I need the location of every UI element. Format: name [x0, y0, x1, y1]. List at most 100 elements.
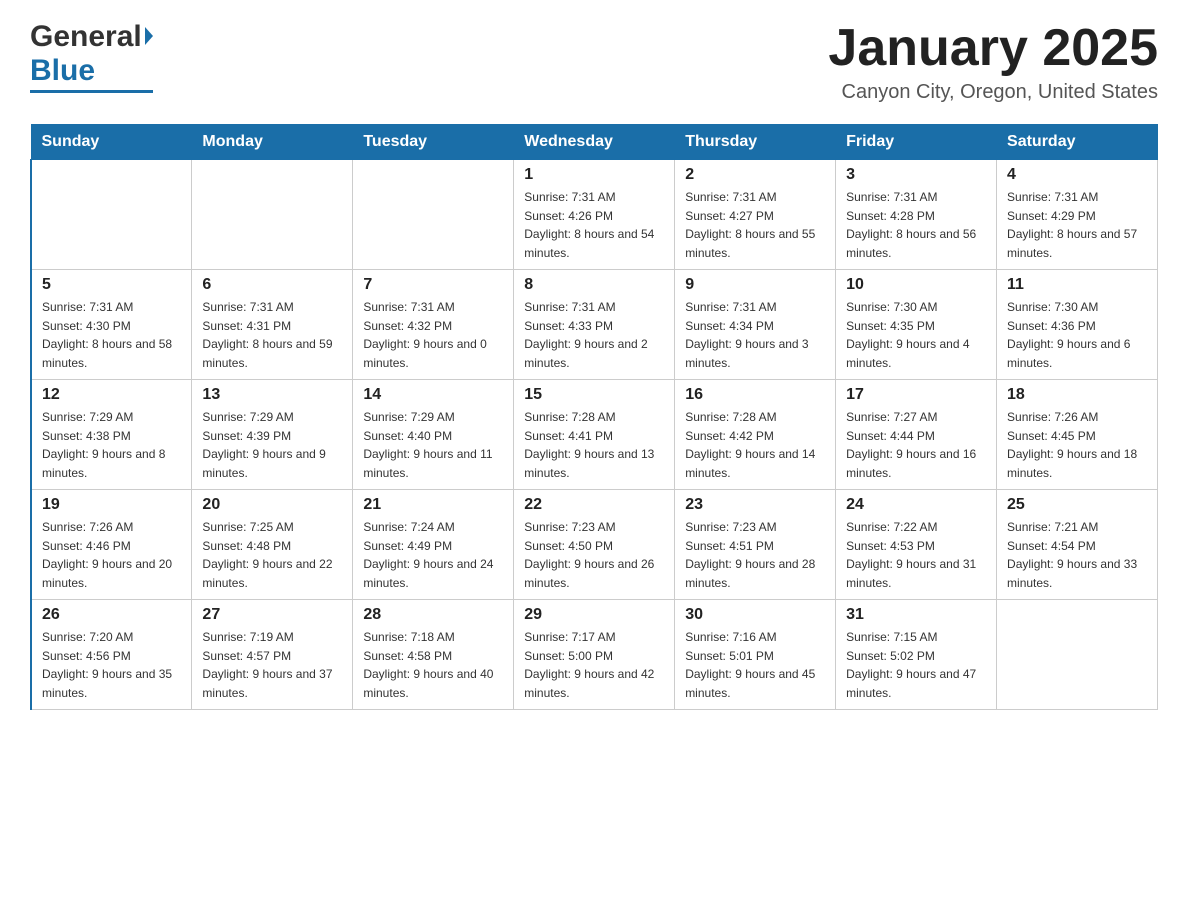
calendar-cell: 13 Sunrise: 7:29 AMSunset: 4:39 PMDayligh… [192, 380, 353, 490]
day-header-sunday: Sunday [31, 125, 192, 160]
calendar-cell: 28Sunrise: 7:18 AMSunset: 4:58 PMDayligh… [353, 600, 514, 710]
calendar-cell: 30Sunrise: 7:16 AMSunset: 5:01 PMDayligh… [675, 600, 836, 710]
cell-date: 28 [363, 606, 503, 624]
cell-date: 23 [685, 496, 825, 514]
cell-info: Sunrise: 7:25 AMSunset: 4:48 PMDaylight:… [202, 518, 342, 592]
cell-info: Sunrise: 7:30 AMSunset: 4:35 PMDaylight:… [846, 298, 986, 372]
cell-info: Sunrise: 7:31 AMSunset: 4:34 PMDaylight:… [685, 298, 825, 372]
day-header-friday: Friday [836, 125, 997, 160]
calendar-cell [997, 600, 1158, 710]
logo-triangle-icon [145, 27, 153, 45]
cell-info: Sunrise: 7:31 AMSunset: 4:26 PMDaylight:… [524, 188, 664, 262]
cell-date: 25 [1007, 496, 1147, 514]
day-header-saturday: Saturday [997, 125, 1158, 160]
cell-info: Sunrise: 7:21 AMSunset: 4:54 PMDaylight:… [1007, 518, 1147, 592]
cell-info: Sunrise: 7:29 AMSunset: 4:39 PMDaylight:… [202, 408, 342, 482]
cell-info: Sunrise: 7:31 AMSunset: 4:29 PMDaylight:… [1007, 188, 1147, 262]
cell-info: Sunrise: 7:28 AMSunset: 4:41 PMDaylight:… [524, 408, 664, 482]
calendar-subtitle: Canyon City, Oregon, United States [828, 81, 1158, 104]
calendar-cell: 4 Sunrise: 7:31 AMSunset: 4:29 PMDaylight… [997, 160, 1158, 270]
calendar-cell: 16Sunrise: 7:28 AMSunset: 4:42 PMDayligh… [675, 380, 836, 490]
cell-date: 31 [846, 606, 986, 624]
calendar-cell: 15 Sunrise: 7:28 AMSunset: 4:41 PMDayligh… [514, 380, 675, 490]
calendar-cell: 10 Sunrise: 7:30 AMSunset: 4:35 PMDayligh… [836, 270, 997, 380]
calendar-title: January 2025 [828, 20, 1158, 77]
cell-info: Sunrise: 7:27 AMSunset: 4:44 PMDaylight:… [846, 408, 986, 482]
calendar-cell: 6 Sunrise: 7:31 AMSunset: 4:31 PMDaylight… [192, 270, 353, 380]
calendar-cell: 21 Sunrise: 7:24 AMSunset: 4:49 PMDayligh… [353, 490, 514, 600]
cell-date: 27 [202, 606, 342, 624]
cell-info: Sunrise: 7:22 AMSunset: 4:53 PMDaylight:… [846, 518, 986, 592]
logo-text: General Blue [30, 20, 153, 93]
cell-date: 26 [42, 606, 181, 624]
cell-date: 15 [524, 386, 664, 404]
page-header: General Blue January 2025 Canyon City, O… [30, 20, 1158, 104]
calendar-cell: 19Sunrise: 7:26 AMSunset: 4:46 PMDayligh… [31, 490, 192, 600]
calendar-cell: 12 Sunrise: 7:29 AMSunset: 4:38 PMDayligh… [31, 380, 192, 490]
cell-info: Sunrise: 7:23 AMSunset: 4:51 PMDaylight:… [685, 518, 825, 592]
cell-date: 2 [685, 166, 825, 184]
cell-date: 4 [1007, 166, 1147, 184]
calendar-header-row: SundayMondayTuesdayWednesdayThursdayFrid… [31, 125, 1158, 160]
logo-blue: Blue [30, 54, 153, 88]
calendar-cell [31, 160, 192, 270]
cell-info: Sunrise: 7:31 AMSunset: 4:28 PMDaylight:… [846, 188, 986, 262]
cell-date: 17 [846, 386, 986, 404]
calendar-cell: 27 Sunrise: 7:19 AMSunset: 4:57 PMDayligh… [192, 600, 353, 710]
cell-date: 19 [42, 496, 181, 514]
cell-info: Sunrise: 7:19 AMSunset: 4:57 PMDaylight:… [202, 628, 342, 702]
calendar-week-3: 12 Sunrise: 7:29 AMSunset: 4:38 PMDayligh… [31, 380, 1158, 490]
cell-date: 14 [363, 386, 503, 404]
cell-date: 7 [363, 276, 503, 294]
calendar-cell: 1Sunrise: 7:31 AMSunset: 4:26 PMDaylight… [514, 160, 675, 270]
cell-date: 29 [524, 606, 664, 624]
calendar-cell: 8 Sunrise: 7:31 AMSunset: 4:33 PMDaylight… [514, 270, 675, 380]
calendar-cell: 22Sunrise: 7:23 AMSunset: 4:50 PMDayligh… [514, 490, 675, 600]
calendar-cell: 31 Sunrise: 7:15 AMSunset: 5:02 PMDayligh… [836, 600, 997, 710]
calendar-title-section: January 2025 Canyon City, Oregon, United… [828, 20, 1158, 104]
calendar-week-4: 19Sunrise: 7:26 AMSunset: 4:46 PMDayligh… [31, 490, 1158, 600]
cell-info: Sunrise: 7:31 AMSunset: 4:31 PMDaylight:… [202, 298, 342, 372]
cell-info: Sunrise: 7:31 AMSunset: 4:33 PMDaylight:… [524, 298, 664, 372]
cell-date: 21 [363, 496, 503, 514]
calendar-cell: 3Sunrise: 7:31 AMSunset: 4:28 PMDaylight… [836, 160, 997, 270]
cell-date: 9 [685, 276, 825, 294]
calendar-cell: 2 Sunrise: 7:31 AMSunset: 4:27 PMDaylight… [675, 160, 836, 270]
calendar-cell: 24Sunrise: 7:22 AMSunset: 4:53 PMDayligh… [836, 490, 997, 600]
day-header-tuesday: Tuesday [353, 125, 514, 160]
cell-info: Sunrise: 7:31 AMSunset: 4:30 PMDaylight:… [42, 298, 181, 372]
cell-info: Sunrise: 7:20 AMSunset: 4:56 PMDaylight:… [42, 628, 181, 702]
logo-general: General [30, 20, 142, 54]
cell-info: Sunrise: 7:30 AMSunset: 4:36 PMDaylight:… [1007, 298, 1147, 372]
calendar-cell: 9 Sunrise: 7:31 AMSunset: 4:34 PMDaylight… [675, 270, 836, 380]
cell-info: Sunrise: 7:24 AMSunset: 4:49 PMDaylight:… [363, 518, 503, 592]
cell-info: Sunrise: 7:31 AMSunset: 4:27 PMDaylight:… [685, 188, 825, 262]
day-header-monday: Monday [192, 125, 353, 160]
cell-info: Sunrise: 7:16 AMSunset: 5:01 PMDaylight:… [685, 628, 825, 702]
cell-date: 18 [1007, 386, 1147, 404]
day-header-wednesday: Wednesday [514, 125, 675, 160]
cell-info: Sunrise: 7:29 AMSunset: 4:38 PMDaylight:… [42, 408, 181, 482]
calendar-week-1: 1Sunrise: 7:31 AMSunset: 4:26 PMDaylight… [31, 160, 1158, 270]
cell-date: 20 [202, 496, 342, 514]
calendar-cell: 11 Sunrise: 7:30 AMSunset: 4:36 PMDayligh… [997, 270, 1158, 380]
cell-date: 12 [42, 386, 181, 404]
calendar-cell: 14Sunrise: 7:29 AMSunset: 4:40 PMDayligh… [353, 380, 514, 490]
cell-date: 11 [1007, 276, 1147, 294]
cell-date: 22 [524, 496, 664, 514]
cell-date: 16 [685, 386, 825, 404]
cell-info: Sunrise: 7:17 AMSunset: 5:00 PMDaylight:… [524, 628, 664, 702]
logo-underline [30, 90, 153, 93]
calendar-week-2: 5Sunrise: 7:31 AMSunset: 4:30 PMDaylight… [31, 270, 1158, 380]
cell-date: 10 [846, 276, 986, 294]
calendar-cell: 26 Sunrise: 7:20 AMSunset: 4:56 PMDayligh… [31, 600, 192, 710]
calendar-week-5: 26 Sunrise: 7:20 AMSunset: 4:56 PMDayligh… [31, 600, 1158, 710]
calendar-table: SundayMondayTuesdayWednesdayThursdayFrid… [30, 124, 1158, 710]
cell-date: 13 [202, 386, 342, 404]
calendar-cell: 17 Sunrise: 7:27 AMSunset: 4:44 PMDayligh… [836, 380, 997, 490]
calendar-cell: 23 Sunrise: 7:23 AMSunset: 4:51 PMDayligh… [675, 490, 836, 600]
cell-info: Sunrise: 7:15 AMSunset: 5:02 PMDaylight:… [846, 628, 986, 702]
cell-date: 6 [202, 276, 342, 294]
cell-date: 8 [524, 276, 664, 294]
cell-info: Sunrise: 7:31 AMSunset: 4:32 PMDaylight:… [363, 298, 503, 372]
